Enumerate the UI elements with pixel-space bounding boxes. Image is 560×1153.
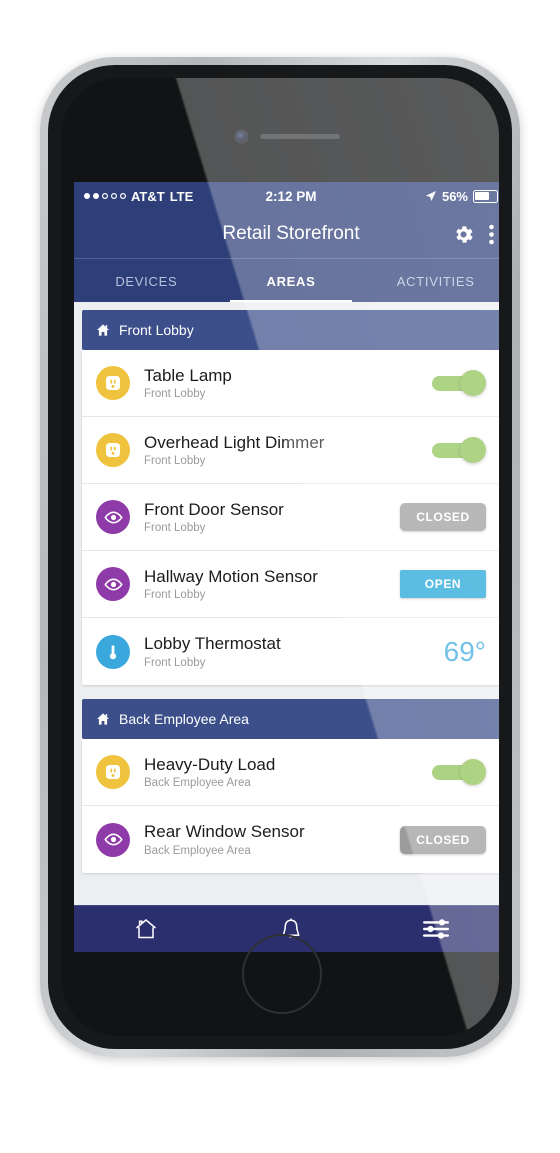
eye-icon <box>96 500 130 534</box>
device-row-text: Rear Window Sensor Back Employee Area <box>144 822 400 857</box>
outlet-icon <box>96 366 130 400</box>
device-row-text: Hallway Motion Sensor Front Lobby <box>144 567 400 602</box>
areas-list: Front Lobby Table Lamp Front Lobby Overhead… <box>74 302 499 906</box>
earpiece-speaker <box>260 134 340 139</box>
area-section-title: Front Lobby <box>119 322 194 338</box>
device-row-text: Heavy-Duty Load Back Employee Area <box>144 755 432 790</box>
app-screen: AT&T LTE 2:12 PM 56% Retail Storefront D… <box>74 182 499 952</box>
tab-activities[interactable]: ACTIVITIES <box>363 259 499 303</box>
device-toggle-switch[interactable] <box>432 757 486 787</box>
device-name: Table Lamp <box>144 365 232 385</box>
area-section-header[interactable]: Back Employee Area <box>82 699 499 739</box>
device-name: Rear Window Sensor <box>144 822 305 842</box>
device-row-text: Table Lamp Front Lobby <box>144 366 432 401</box>
nav-settings[interactable] <box>363 918 499 940</box>
page-title: Retail Storefront <box>222 223 360 244</box>
device-card: Table Lamp Front Lobby Overhead Light Dimm… <box>82 350 499 685</box>
device-name: Heavy-Duty Load <box>144 754 276 774</box>
device-area-label: Back Employee Area <box>144 844 251 857</box>
nav-home[interactable] <box>74 916 219 942</box>
device-name: Front Door Sensor <box>144 499 284 519</box>
device-name: Hallway Motion Sensor <box>144 566 318 586</box>
device-toggle-switch[interactable] <box>432 435 486 465</box>
battery-icon <box>473 189 499 203</box>
device-row[interactable]: Lobby Thermostat Front Lobby 69° <box>82 618 499 685</box>
phone-bezel: AT&T LTE 2:12 PM 56% Retail Storefront D… <box>48 65 512 1049</box>
tab-areas[interactable]: AREAS <box>219 259 364 303</box>
tab-bar: DEVICES AREAS ACTIVITIES <box>74 258 499 303</box>
status-badge[interactable]: CLOSED <box>400 825 486 854</box>
device-area-label: Front Lobby <box>144 455 206 468</box>
device-row-text: Overhead Light Dimmer Front Lobby <box>144 433 432 468</box>
eye-icon <box>96 567 130 601</box>
outlet-icon <box>96 755 130 789</box>
device-area-label: Front Lobby <box>144 589 206 602</box>
device-area-label: Back Employee Area <box>144 777 251 790</box>
device-row-text: Lobby Thermostat Front Lobby <box>144 634 444 669</box>
app-header: Retail Storefront <box>74 210 499 258</box>
sliders-icon <box>422 918 450 940</box>
device-row[interactable]: Front Door Sensor Front Lobby CLOSED <box>82 484 499 551</box>
device-toggle-switch[interactable] <box>432 368 486 398</box>
area-section: Front Lobby Table Lamp Front Lobby Overhead… <box>82 310 499 685</box>
phone-device: AT&T LTE 2:12 PM 56% Retail Storefront D… <box>40 57 520 1057</box>
device-row-text: Front Door Sensor Front Lobby <box>144 500 400 535</box>
status-badge[interactable]: CLOSED <box>400 503 486 531</box>
device-area-label: Front Lobby <box>144 656 206 669</box>
area-section-title: Back Employee Area <box>119 711 249 727</box>
device-row[interactable]: Rear Window Sensor Back Employee Area CLOS… <box>82 806 499 873</box>
header-actions <box>452 223 499 246</box>
device-row[interactable]: Hallway Motion Sensor Front Lobby OPEN <box>82 551 499 618</box>
gear-icon[interactable] <box>452 223 475 246</box>
status-bar: AT&T LTE 2:12 PM 56% <box>74 182 499 210</box>
home-icon <box>96 323 110 337</box>
device-row[interactable]: Heavy-Duty Load Back Employee Area <box>82 739 499 806</box>
device-card: Heavy-Duty Load Back Employee Area Rear Wi… <box>82 739 499 873</box>
outlet-icon <box>96 433 130 467</box>
area-section-header[interactable]: Front Lobby <box>82 310 499 350</box>
tab-devices[interactable]: DEVICES <box>74 259 219 303</box>
battery-percent-label: 56% <box>441 188 468 204</box>
home-icon <box>96 712 110 726</box>
home-button[interactable] <box>242 934 322 1014</box>
three-dot-menu-icon[interactable] <box>489 224 494 245</box>
area-section: Back Employee Area Heavy-Duty Load Back Em… <box>82 699 499 873</box>
location-arrow-icon <box>425 190 437 202</box>
device-row[interactable]: Table Lamp Front Lobby <box>82 350 499 417</box>
device-name: Overhead Light Dimmer <box>144 432 325 452</box>
device-row[interactable]: Overhead Light Dimmer Front Lobby <box>82 417 499 484</box>
front-camera-icon <box>236 131 247 142</box>
status-badge[interactable]: OPEN <box>400 570 486 598</box>
device-area-label: Front Lobby <box>144 388 206 401</box>
device-area-label: Front Lobby <box>144 522 206 535</box>
home-outline-icon <box>133 916 159 942</box>
phone-glass: AT&T LTE 2:12 PM 56% Retail Storefront D… <box>61 78 499 1036</box>
device-name: Lobby Thermostat <box>144 634 281 654</box>
status-bar-right: 56% <box>425 188 499 204</box>
thermometer-icon <box>96 634 130 669</box>
eye-icon <box>96 822 130 857</box>
temperature-value: 69° <box>443 635 486 667</box>
